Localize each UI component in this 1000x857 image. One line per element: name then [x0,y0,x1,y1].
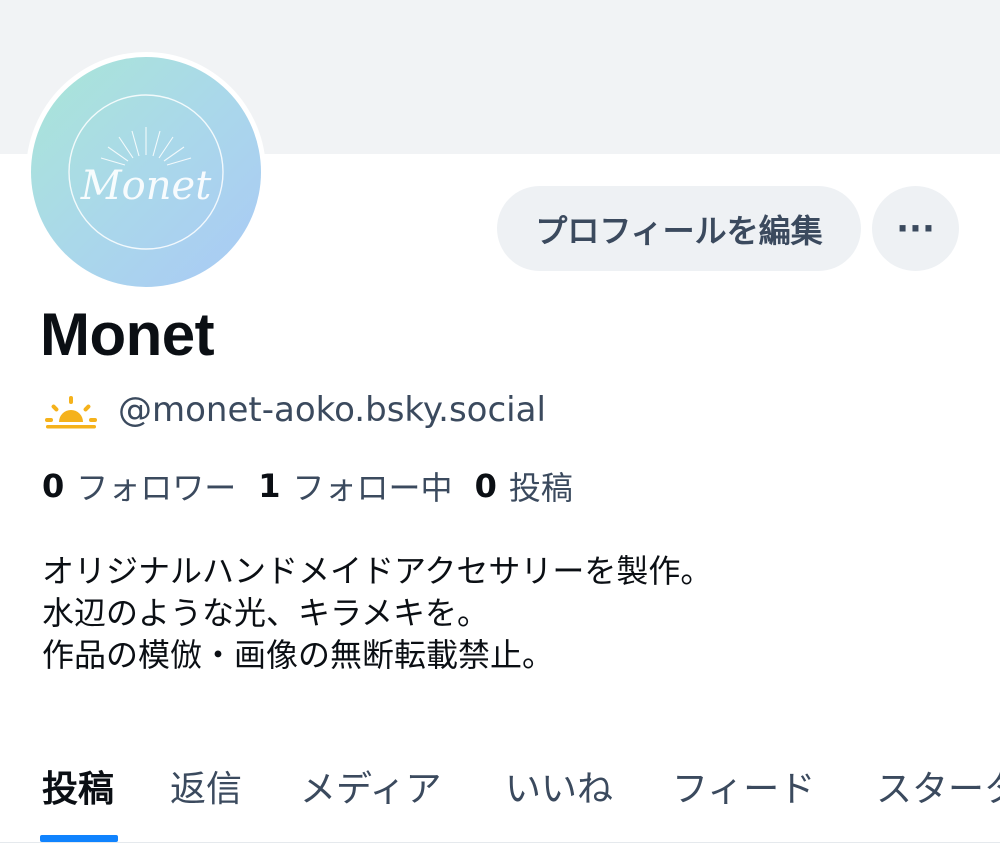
bio-line: 水辺のような光、キラメキを。 [42,594,490,632]
tab-posts[interactable]: 投稿 [42,760,114,812]
more-options-button[interactable]: ··· [872,186,959,271]
handle-text[interactable]: @monet-aoko.bsky.social [118,390,546,430]
posts-count: 0 [474,467,497,505]
profile-page: Monet プロフィールを編集 ··· Monet @monet-aoko.bs… [0,0,1000,857]
avatar-logo-text: Monet [80,163,212,209]
followers-count[interactable]: 0 [42,467,64,505]
avatar[interactable]: Monet [26,52,266,292]
bio-line: オリジナルハンドメイドアクセサリーを製作。 [42,552,713,590]
avatar-logo: Monet [68,94,224,250]
bio-line: 作品の模倣・画像の無断転載禁止。 [42,636,555,674]
followers-label[interactable]: フォロワー [76,463,236,509]
display-name: Monet [40,301,215,368]
tab-likes[interactable]: いいね [505,760,613,812]
ellipsis-icon: ··· [896,208,935,249]
profile-bio: オリジナルハンドメイドアクセサリーを製作。 水辺のような光、キラメキを。 作品の… [42,550,982,676]
sunrise-icon [45,396,97,429]
tab-starter-packs[interactable]: スターター [876,760,1000,812]
posts-label: 投稿 [508,469,573,507]
avatar-image: Monet [31,57,261,287]
tabs-divider [0,842,1000,843]
tab-feeds[interactable]: フィード [672,760,815,812]
following-label[interactable]: フォロー中 [293,463,453,509]
tab-media[interactable]: メディア [300,760,441,812]
profile-stats: 0 フォロワー 1 フォロー中 0 投稿 [42,463,595,509]
handle-row: @monet-aoko.bsky.social [44,385,546,435]
following-count[interactable]: 1 [258,467,280,505]
active-tab-indicator [40,835,118,842]
edit-profile-button[interactable]: プロフィールを編集 [497,186,861,271]
profile-tabs: 投稿 返信 メディア いいね フィード スターター [0,740,1000,857]
tab-replies[interactable]: 返信 [170,760,242,812]
